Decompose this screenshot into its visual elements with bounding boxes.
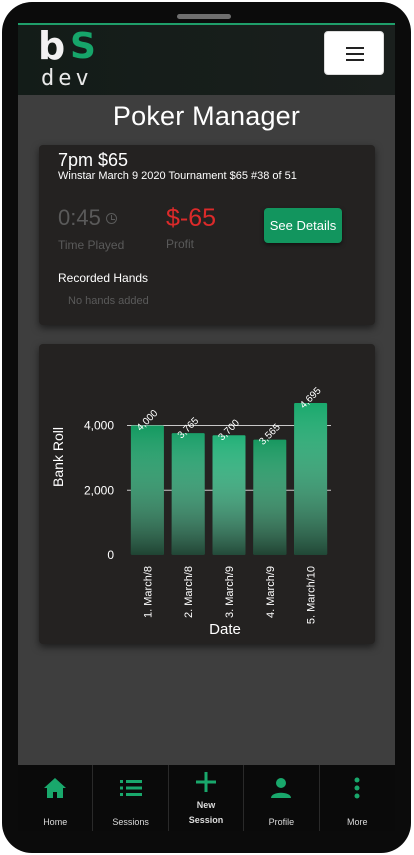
hamburger-line [346,47,364,49]
bar-shade [130,425,164,555]
nav-home[interactable]: Home [18,765,94,831]
logo-dev-text: dev [41,66,93,91]
x-axis-label: Date [209,621,241,638]
see-details-button[interactable]: See Details [264,208,342,243]
hamburger-menu-button[interactable] [324,31,384,75]
app-screen: b S dev Poker Manager 7pm $65 Winstar Ma… [18,23,395,831]
no-hands-message: No hands added [68,295,149,307]
y-tick-label: 4,000 [84,419,114,433]
profit-label: Profit [166,237,195,251]
x-tick-label: 5. March/10 [306,566,318,624]
app-header: b S dev [18,25,395,95]
x-tick-label: 2. March/8 [183,566,195,618]
page-title: Poker Manager [112,101,301,131]
person-icon [244,777,318,799]
x-tick-label: 4. March/9 [265,566,277,618]
profit-value: $-65 [166,204,217,232]
plus-icon [169,771,243,793]
nav-more[interactable]: More [320,765,395,831]
phone-speaker [177,14,231,19]
bar-shade [171,433,205,555]
bankroll-bar-chart: 02,0004,000 4,0001. March/83,7652. March/… [50,385,331,638]
nav-sessions[interactable]: Sessions [93,765,169,831]
hamburger-line [346,53,364,55]
bankroll-chart-card: 0 2,000 4,000 4,000 1. March/8 3,765 2. March/… [39,344,375,644]
session-subtitle: Winstar March 9 2020 Tournament $65 #38 … [58,170,297,182]
nav-home-label: Home [43,817,68,827]
x-tick-label: 1. March/8 [142,566,154,618]
session-card[interactable]: 7pm $65 Winstar March 9 2020 Tournament … [39,145,375,325]
bar-shade [253,439,287,555]
nav-new-session-label: New Session [169,798,243,828]
hamburger-line [346,59,364,61]
y-tick-label: 2,000 [84,483,114,497]
nav-new-session-label-line1: New [196,800,216,810]
list-icon [93,777,167,799]
nav-sessions-label: Sessions [112,817,149,827]
bs-dev-logo[interactable]: b S dev [38,26,108,91]
bottom-navigation: Home Sessions New Session Profile More [18,765,395,831]
time-played-value: 0:45 [58,205,101,230]
session-title: 7pm $65 [58,150,129,170]
nav-more-label: More [347,817,368,827]
nav-profile[interactable]: Profile [244,765,320,831]
nav-new-session-label-line2: Session [188,815,224,825]
x-tick-label: 3. March/9 [224,566,236,618]
nav-new-session[interactable]: New Session [169,765,245,831]
y-axis-label: Bank Roll [50,427,66,487]
clock-icon [106,213,117,224]
bar-shade [294,403,328,555]
nav-profile-label: Profile [268,817,295,827]
y-tick-label: 0 [107,548,114,562]
more-vertical-icon [320,777,395,799]
logo-letter-s: S [70,26,96,67]
time-played-label: Time Played [58,238,125,252]
bar-shade [212,435,246,555]
logo-letter-b: b [38,24,66,68]
home-icon [18,777,92,799]
recorded-hands-title: Recorded Hands [58,271,149,285]
phone-frame: b S dev Poker Manager 7pm $65 Winstar Ma… [2,2,411,853]
